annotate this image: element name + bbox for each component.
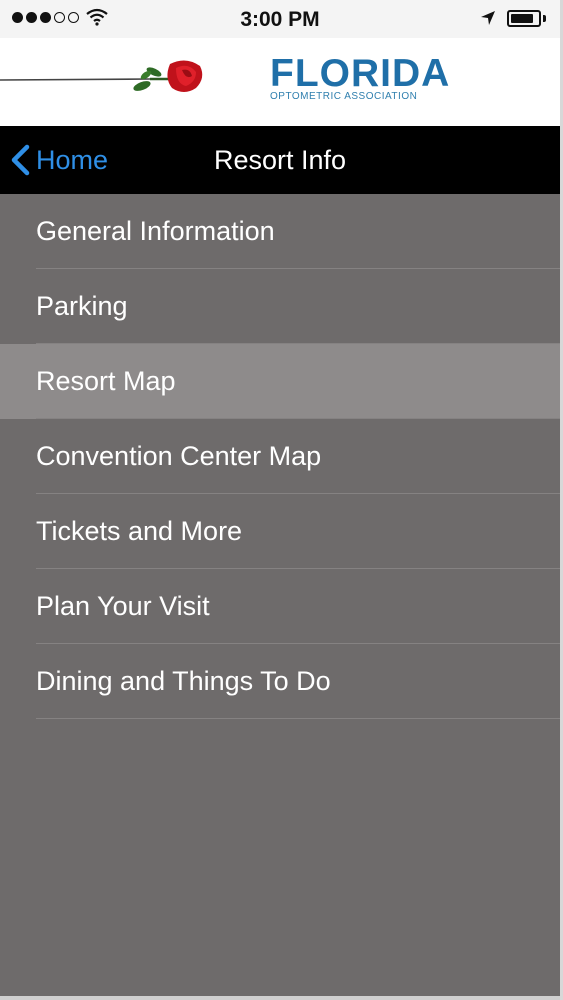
location-arrow-icon [481, 11, 495, 25]
menu-item-label: Convention Center Map [36, 441, 322, 471]
logo-title: FLORIDA [270, 52, 451, 95]
status-time: 3:00 PM [240, 8, 320, 31]
menu-item-label: Tickets and More [36, 516, 243, 546]
menu-item-label: Parking [36, 291, 128, 321]
menu-item-label: Plan Your Visit [36, 591, 210, 621]
rose-icon [0, 60, 203, 92]
resort-info-menu: General Information Parking Resort Map C… [0, 194, 560, 719]
menu-item-label: Resort Map [36, 366, 176, 396]
menu-item-parking[interactable]: Parking [0, 269, 560, 344]
phone-screen: 3:00 PM FLORIDA OPTOMETRIC ASSOCIATION H… [0, 0, 563, 1000]
header-banner: FLORIDA OPTOMETRIC ASSOCIATION [0, 38, 560, 126]
battery-level [511, 14, 533, 23]
navigation-bar: Home Resort Info [0, 126, 560, 194]
battery-icon [507, 10, 541, 27]
menu-item-plan-your-visit[interactable]: Plan Your Visit [0, 569, 560, 644]
menu-item-label: General Information [36, 216, 275, 246]
menu-item-label: Dining and Things To Do [36, 666, 331, 696]
menu-item-resort-map[interactable]: Resort Map [0, 344, 560, 419]
status-bar: 3:00 PM [0, 0, 560, 38]
page-title: Resort Info [213, 145, 347, 175]
menu-item-convention-center-map[interactable]: Convention Center Map [0, 419, 560, 494]
screen-bottom-edge [0, 996, 560, 1000]
menu-item-tickets-and-more[interactable]: Tickets and More [0, 494, 560, 569]
menu-item-dining-and-things-to-do[interactable]: Dining and Things To Do [0, 644, 560, 719]
logo-subtitle: OPTOMETRIC ASSOCIATION [270, 91, 418, 102]
battery-tip [543, 15, 546, 22]
divider [36, 718, 560, 719]
florida-optometric-logo: FLORIDA OPTOMETRIC ASSOCIATION [270, 54, 450, 120]
menu-item-general-information[interactable]: General Information [0, 194, 560, 269]
